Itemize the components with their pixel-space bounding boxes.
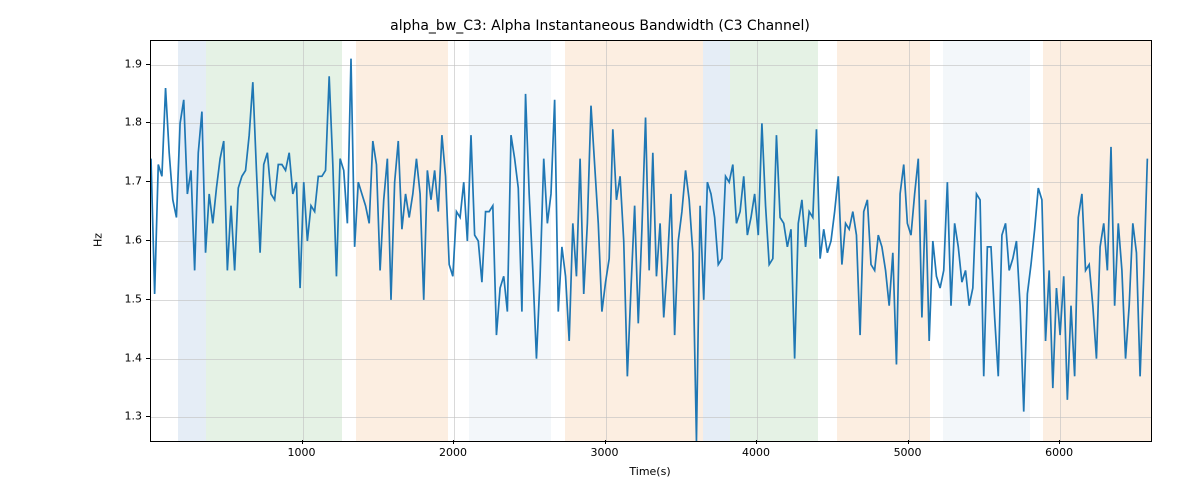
- x-tick-mark: [756, 440, 757, 444]
- plot-area: [150, 40, 1152, 442]
- y-tick-label: 1.3: [102, 410, 142, 423]
- chart-title: alpha_bw_C3: Alpha Instantaneous Bandwid…: [0, 18, 1200, 34]
- chart-container: alpha_bw_C3: Alpha Instantaneous Bandwid…: [0, 0, 1200, 500]
- data-line: [151, 41, 1151, 441]
- y-tick-mark: [146, 299, 150, 300]
- x-tick-mark: [908, 440, 909, 444]
- y-tick-mark: [146, 240, 150, 241]
- y-tick-label: 1.9: [102, 57, 142, 70]
- x-tick-mark: [605, 440, 606, 444]
- y-tick-mark: [146, 122, 150, 123]
- x-axis-label: Time(s): [629, 465, 670, 478]
- x-tick-label: 1000: [288, 446, 316, 459]
- y-tick-label: 1.4: [102, 351, 142, 364]
- y-tick-mark: [146, 358, 150, 359]
- x-tick-label: 3000: [591, 446, 619, 459]
- y-tick-label: 1.6: [102, 234, 142, 247]
- y-tick-mark: [146, 64, 150, 65]
- y-tick-label: 1.7: [102, 175, 142, 188]
- y-tick-mark: [146, 181, 150, 182]
- x-tick-label: 2000: [439, 446, 467, 459]
- x-tick-label: 6000: [1045, 446, 1073, 459]
- y-tick-mark: [146, 416, 150, 417]
- x-tick-mark: [302, 440, 303, 444]
- x-tick-mark: [1059, 440, 1060, 444]
- y-tick-label: 1.5: [102, 292, 142, 305]
- x-tick-mark: [453, 440, 454, 444]
- y-tick-label: 1.8: [102, 116, 142, 129]
- series-line: [151, 59, 1147, 441]
- x-tick-label: 4000: [742, 446, 770, 459]
- x-tick-label: 5000: [894, 446, 922, 459]
